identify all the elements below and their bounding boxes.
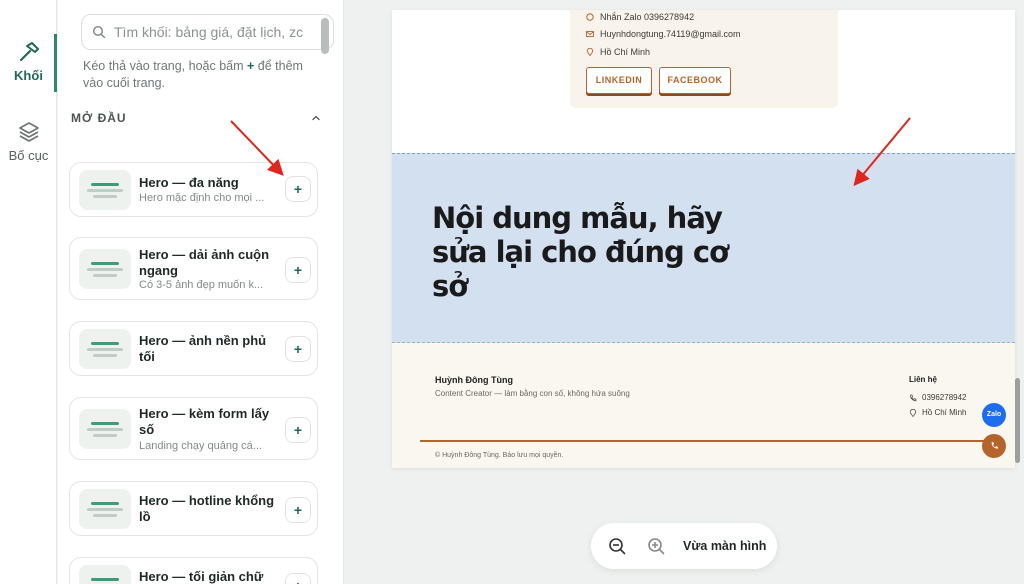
search-input[interactable] [114,24,324,40]
block-title: Hero — ảnh nền phủ tối [139,333,267,364]
block-thumbnail [79,170,131,210]
add-block-button[interactable]: + [285,573,311,584]
block-title: Hero — hotline khổng lồ [139,493,275,524]
left-rail: Khối Bố cục [0,0,57,584]
hammer-icon [19,42,39,62]
hint-text-start: Kéo thả vào trang, hoặc bấm [83,59,247,73]
zalo-float-button[interactable]: Zalo [982,403,1006,427]
block-desc: Có 3-5 ảnh đẹp muốn k... [139,279,264,291]
contact-location: Hồ Chí Minh [586,47,650,57]
rail-blocks-label: Khối [14,68,43,83]
editor-canvas: Nhắn Zalo 0396278942 Huynhdongtung.74119… [345,0,1024,584]
add-block-button[interactable]: + [285,497,311,523]
contact-email: Huynhdongtung.74119@gmail.com [586,29,741,39]
block-thumbnail [79,249,131,289]
footer-name: Huỳnh Đông Tùng [435,375,513,385]
zoom-in-icon[interactable] [645,535,667,557]
block-card[interactable]: Hero — đa năng Hero mặc định cho mọi ...… [69,162,318,217]
page-preview: Nhắn Zalo 0396278942 Huynhdongtung.74119… [392,10,1015,468]
panel-scrollbar[interactable] [321,18,329,54]
phone-icon [910,394,917,401]
block-card[interactable]: Hero — tối giản chữ + [69,557,318,584]
footer-location: Hồ Chí Minh [909,408,966,417]
mail-icon [586,31,594,37]
rail-active-indicator [54,34,57,92]
canvas-scrollbar[interactable] [1015,378,1020,463]
footer-divider [420,440,985,442]
contact-zalo-text: Nhắn Zalo 0396278942 [600,12,695,22]
footer-contact-heading: Liên hệ [909,375,938,384]
panel-hint: Kéo thả vào trang, hoặc bấm + để thêm và… [83,58,308,92]
blocks-panel: Kéo thả vào trang, hoặc bấm + để thêm và… [58,0,344,584]
contact-location-text: Hồ Chí Minh [600,47,651,57]
block-thumbnail [79,565,131,584]
block-desc: Landing chạy quảng cá... [139,440,262,452]
block-card[interactable]: Hero — ảnh nền phủ tối + [69,321,318,376]
block-card[interactable]: Hero — kèm form lấy số Landing chạy quản… [69,397,318,460]
phone-icon [991,442,998,449]
footer-phone: 0396278942 [909,393,967,402]
block-thumbnail [79,489,131,529]
contact-zalo: Nhắn Zalo 0396278942 [586,12,694,22]
location-pin-icon [909,408,917,417]
add-block-button[interactable]: + [285,176,311,202]
call-float-button[interactable] [982,434,1006,458]
hero-section[interactable]: Nội dung mẫu, hãy sửa lại cho đúng cơ sở [392,153,1015,343]
add-block-button[interactable]: + [285,336,311,362]
linkedin-button[interactable]: LINKEDIN [586,67,652,94]
search-icon [92,25,106,39]
block-thumbnail [79,409,131,449]
fit-screen-button[interactable]: Vừa màn hình [683,539,766,553]
rail-tab-layout[interactable]: Bố cục [0,120,57,163]
block-desc: Hero mặc định cho mọi ... [139,192,265,204]
rail-layout-label: Bố cục [8,148,49,163]
block-title: Hero — kèm form lấy số [139,406,270,437]
add-block-button[interactable]: + [285,417,311,443]
contact-card: Nhắn Zalo 0396278942 Huynhdongtung.74119… [570,10,838,108]
add-block-button[interactable]: + [285,257,311,283]
zoom-out-icon[interactable] [606,535,628,557]
rail-tab-blocks[interactable]: Khối [0,40,57,83]
block-card[interactable]: Hero — hotline khổng lồ + [69,481,318,536]
footer-location-text: Hồ Chí Minh [922,408,967,417]
section-title: MỞ ĐẦU [71,111,127,125]
page-footer: Huỳnh Đông Tùng Content Creator — làm bằ… [392,343,1015,468]
zoom-bar: Vừa màn hình [591,523,777,569]
facebook-button[interactable]: FACEBOOK [659,67,731,94]
block-card[interactable]: Hero — dải ảnh cuộn ngang Có 3-5 ảnh đẹp… [69,237,318,300]
hero-title[interactable]: Nội dung mẫu, hãy sửa lại cho đúng cơ sở [432,201,732,303]
footer-copyright: © Huỳnh Đông Tùng. Bảo lưu mọi quyền. [435,452,564,459]
layers-icon [18,122,39,142]
block-title: Hero — dải ảnh cuộn ngang [139,247,270,278]
block-title: Hero — tối giản chữ [139,569,264,584]
location-pin-icon [586,48,594,56]
block-search [81,14,334,50]
block-thumbnail [79,329,131,369]
chat-icon [586,13,594,21]
chevron-up-icon[interactable] [311,113,321,123]
contact-email-text: Huynhdongtung.74119@gmail.com [600,29,741,39]
section-header-intro[interactable]: MỞ ĐẦU [71,111,321,125]
footer-tagline: Content Creator — làm bằng con số, không… [435,389,630,398]
block-title: Hero — đa năng [139,175,239,190]
footer-phone-text: 0396278942 [922,393,967,402]
